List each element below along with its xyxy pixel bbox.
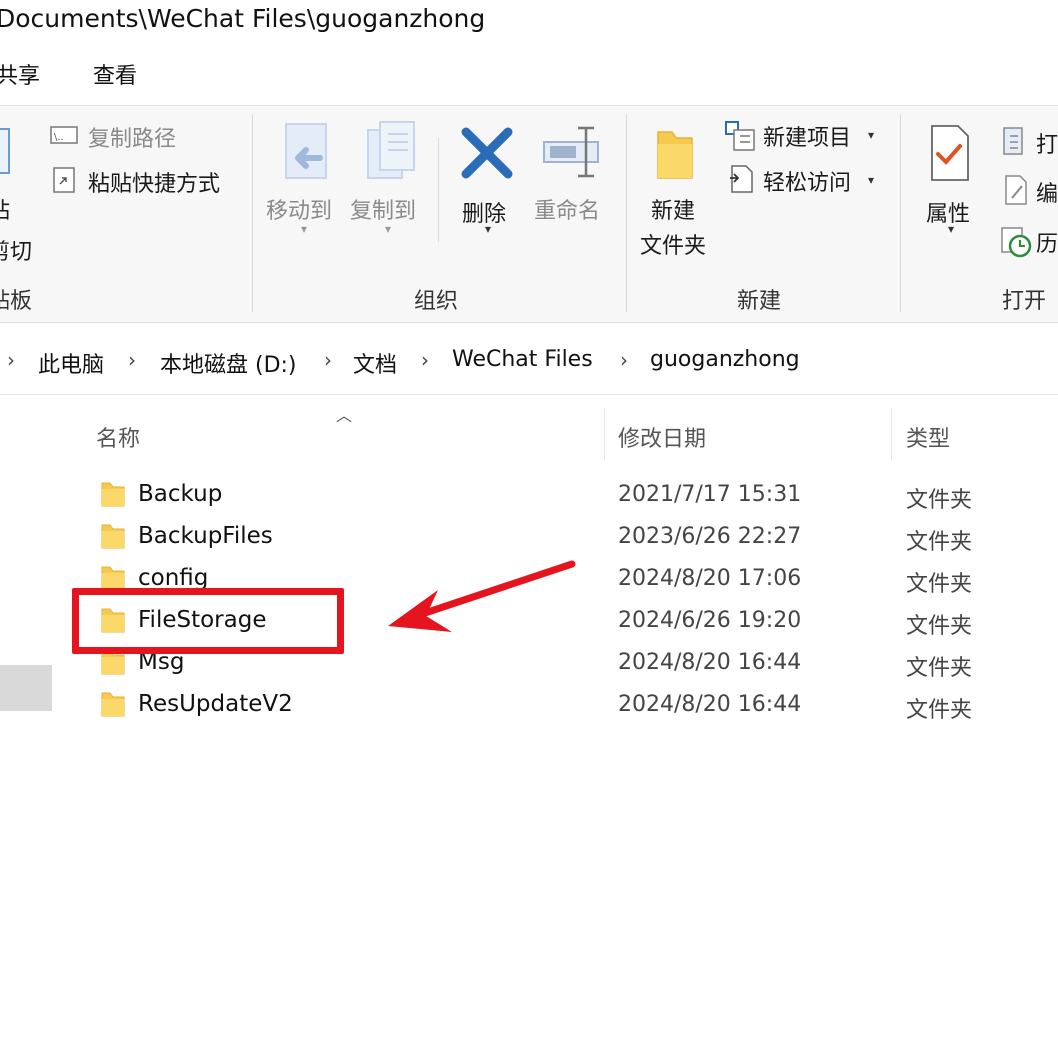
copy-to-icon (364, 120, 418, 184)
folder-icon (100, 480, 126, 508)
copy-path-button[interactable]: 复制路径 (88, 121, 176, 153)
breadcrumb-local-disk[interactable]: 本地磁盘 (D:) (160, 347, 297, 379)
column-separator[interactable] (891, 408, 892, 460)
edit-icon (1002, 174, 1030, 206)
tab-share[interactable]: 共享 (0, 58, 40, 90)
file-modified: 2024/6/26 19:20 (618, 608, 802, 633)
file-name[interactable]: ResUpdateV2 (138, 691, 293, 717)
new-folder-label-line2[interactable]: 文件夹 (640, 228, 706, 260)
easy-access-dropdown-icon[interactable]: ▾ (868, 173, 874, 187)
new-folder-icon (652, 126, 698, 182)
copy-to-button[interactable]: 复制到 (350, 193, 416, 225)
file-name[interactable]: Backup (138, 481, 222, 507)
file-type: 文件夹 (906, 656, 973, 681)
delete-icon (460, 126, 514, 180)
clipboard-group-label: 贴板 (0, 289, 33, 314)
chevron-right-icon[interactable]: › (324, 348, 332, 372)
new-folder-label-line1[interactable]: 新建 (651, 193, 695, 225)
column-header-modified[interactable]: 修改日期 (618, 421, 706, 453)
file-type: 文件夹 (906, 572, 973, 597)
chevron-right-icon[interactable]: › (7, 348, 15, 372)
chevron-right-icon[interactable]: › (128, 348, 136, 372)
window-title: Documents\WeChat Files\guoganzhong (0, 4, 486, 33)
easy-access-button[interactable]: 轻松访问 (763, 165, 851, 197)
ribbon-separator (900, 114, 901, 312)
history-button[interactable]: 历 (1036, 226, 1058, 258)
sort-ascending-icon[interactable]: ︿ (336, 402, 352, 426)
copy-to-dropdown-icon[interactable]: ▾ (385, 222, 391, 236)
new-item-icon (724, 120, 758, 152)
paste-icon[interactable] (0, 128, 10, 174)
move-to-dropdown-icon[interactable]: ▾ (301, 222, 307, 236)
svg-text:\..: \.. (54, 132, 64, 143)
column-header-type[interactable]: 类型 (906, 421, 950, 453)
file-modified: 2024/8/20 16:44 (618, 692, 802, 717)
new-item-dropdown-icon[interactable]: ▾ (868, 128, 874, 142)
properties-dropdown-icon[interactable]: ▾ (948, 222, 954, 236)
delete-button[interactable]: 删除 (462, 196, 506, 228)
copy-path-icon: \.. (50, 124, 78, 146)
file-modified: 2024/8/20 16:44 (618, 650, 802, 675)
title-bar: Documents\WeChat Files\guoganzhong (0, 0, 1058, 50)
tab-view[interactable]: 查看 (93, 58, 137, 90)
open-icon (1002, 126, 1028, 156)
breadcrumb-documents[interactable]: 文档 (353, 347, 397, 379)
ribbon-separator (626, 114, 627, 312)
nav-pane-selected-item[interactable] (0, 665, 52, 711)
chevron-right-icon[interactable]: › (421, 348, 429, 372)
properties-icon (928, 124, 972, 182)
new-item-button[interactable]: 新建项目 (763, 120, 851, 152)
history-icon (1000, 226, 1032, 258)
file-type: 文件夹 (906, 698, 973, 723)
open-group-label: 打开 (1002, 289, 1047, 314)
paste-label[interactable]: 粘 (0, 193, 10, 225)
ribbon-separator (252, 114, 253, 312)
new-group-label: 新建 (737, 289, 782, 314)
organize-group-label: 组织 (414, 289, 459, 314)
easy-access-icon (728, 164, 756, 194)
rename-button[interactable]: 重命名 (534, 193, 600, 225)
ribbon-separator (438, 138, 439, 242)
folder-icon (100, 522, 126, 550)
file-type: 文件夹 (906, 614, 973, 639)
file-modified: 2023/6/26 22:27 (618, 524, 802, 549)
edit-button[interactable]: 编 (1036, 176, 1058, 208)
file-type: 文件夹 (906, 530, 973, 555)
folder-icon (100, 690, 126, 718)
cut-label[interactable]: 剪切 (0, 234, 32, 266)
file-modified: 2024/8/20 17:06 (618, 566, 802, 591)
file-modified: 2021/7/17 15:31 (618, 482, 802, 507)
column-header-name[interactable]: 名称 (96, 421, 140, 453)
paste-shortcut-button[interactable]: 粘贴快捷方式 (88, 166, 220, 198)
ribbon-tab-bar (0, 50, 1058, 105)
rename-icon (542, 124, 602, 180)
file-name[interactable]: BackupFiles (138, 523, 273, 549)
open-button[interactable]: 打 (1036, 127, 1058, 159)
breadcrumb-wechat-files[interactable]: WeChat Files (452, 347, 593, 372)
breadcrumb-this-pc[interactable]: 此电脑 (38, 347, 104, 379)
breadcrumb-user-folder[interactable]: guoganzhong (650, 347, 800, 372)
annotation-highlight-box (72, 588, 344, 654)
paste-shortcut-icon (52, 166, 76, 194)
chevron-right-icon[interactable]: › (620, 348, 628, 372)
file-type: 文件夹 (906, 488, 973, 513)
delete-dropdown-icon[interactable]: ▾ (485, 222, 491, 236)
annotation-arrow-icon (380, 550, 580, 640)
column-separator[interactable] (604, 408, 605, 460)
move-to-icon (280, 122, 332, 184)
move-to-button[interactable]: 移动到 (266, 193, 332, 225)
